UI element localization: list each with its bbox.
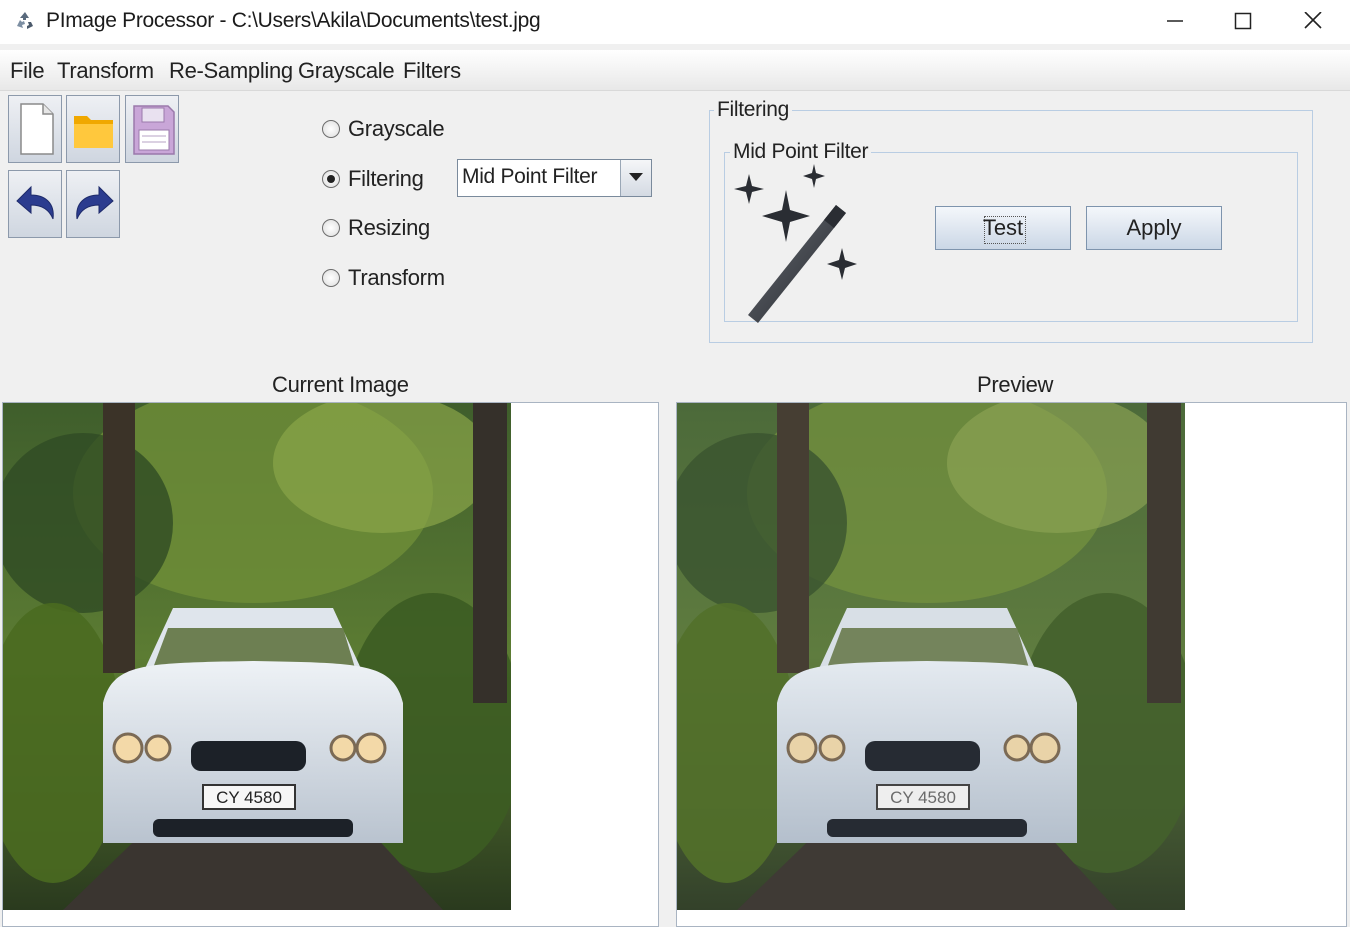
radio-label: Resizing	[348, 215, 430, 240]
undo-button[interactable]	[8, 170, 62, 238]
title-bar: PImage Processor - C:\Users\Akila\Docume…	[0, 0, 1350, 44]
radio-label: Grayscale	[348, 116, 445, 141]
menu-transform[interactable]: Transform	[57, 58, 154, 84]
redo-icon	[76, 185, 114, 220]
radio-button[interactable]	[322, 170, 340, 188]
filter-select-value: Mid Point Filter	[462, 165, 598, 188]
menu-filters[interactable]: Filters	[403, 58, 461, 84]
menu-grayscale[interactable]: Grayscale	[298, 58, 395, 84]
close-icon	[1304, 12, 1322, 29]
test-button[interactable]: Test	[935, 206, 1071, 250]
current-image: CY 4580	[3, 403, 511, 910]
minimize-icon	[1167, 20, 1183, 22]
current-image-panel: CY 4580	[2, 402, 659, 927]
filter-select[interactable]: Mid Point Filter	[457, 159, 652, 197]
maximize-icon	[1234, 12, 1252, 30]
chevron-down-icon	[629, 173, 643, 181]
save-button[interactable]	[125, 95, 179, 163]
radio-label: Transform	[348, 265, 445, 290]
menu-bar: File Transform Re-Sampling Grayscale Fil…	[0, 50, 1350, 91]
focus-indicator	[984, 216, 1026, 244]
preview-license-plate-text: CY 4580	[890, 788, 956, 807]
maximize-button[interactable]	[1209, 0, 1277, 44]
redo-button[interactable]	[66, 170, 120, 238]
dropdown-arrow-button[interactable]	[620, 160, 651, 196]
save-icon	[133, 105, 175, 155]
apply-button[interactable]: Apply	[1086, 206, 1222, 250]
preview-panel: CY 4580	[676, 402, 1347, 927]
apply-button-label: Apply	[1126, 215, 1182, 240]
open-button[interactable]	[66, 95, 120, 163]
license-plate-text: CY 4580	[216, 788, 282, 807]
radio-button[interactable]	[322, 120, 340, 138]
radio-button[interactable]	[322, 269, 340, 287]
filtering-group-title: Filtering	[714, 98, 792, 122]
menu-file[interactable]: File	[10, 58, 45, 84]
window-title: PImage Processor - C:\Users\Akila\Docume…	[46, 9, 541, 32]
minimize-button[interactable]	[1141, 0, 1209, 44]
close-button[interactable]	[1279, 0, 1347, 44]
preview-label: Preview	[977, 372, 1054, 397]
open-folder-icon	[74, 116, 113, 148]
magic-wand-icon	[734, 164, 857, 323]
recycle-app-icon	[17, 12, 33, 29]
radio-button[interactable]	[322, 219, 340, 237]
preview-image: CY 4580	[677, 403, 1185, 910]
radio-selected-dot	[327, 175, 335, 183]
new-file-icon	[20, 103, 54, 155]
current-image-label: Current Image	[272, 372, 409, 397]
radio-label: Filtering	[348, 166, 424, 191]
menu-resampling[interactable]: Re-Sampling	[169, 58, 293, 84]
undo-icon	[16, 185, 54, 220]
new-file-button[interactable]	[8, 95, 62, 163]
